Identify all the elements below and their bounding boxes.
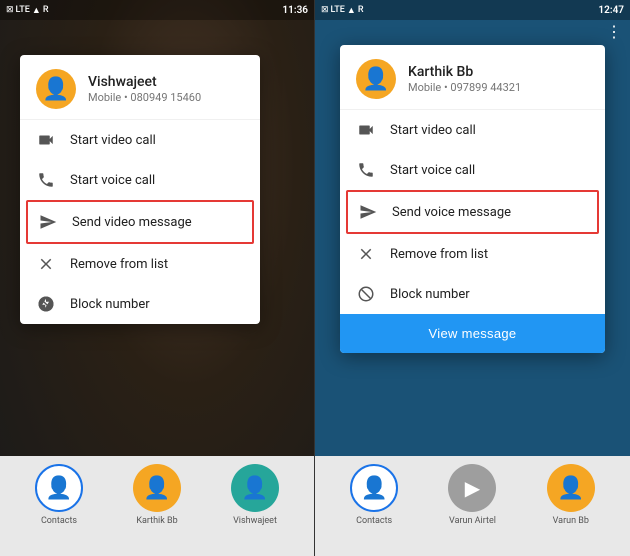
status-bar-right: ⊠ LTE ▲ R 12:47 — [315, 0, 630, 20]
contact-header-left: 👤 Vishwajeet Mobile • 080949 15460 — [20, 55, 260, 120]
wifi-icon: R — [43, 5, 49, 15]
avatar-right: 👤 — [356, 59, 396, 99]
vishwajeet-circle-left: 👤 — [231, 464, 279, 512]
contacts-circle-right: 👤 — [350, 464, 398, 512]
contacts-label-right: Contacts — [356, 516, 392, 526]
block-icon-left — [36, 294, 56, 314]
person-icon-right: 👤 — [362, 67, 389, 92]
bottom-icons-right: 👤 Contacts ▶ Varun Airtel 👤 Varun Bb — [315, 464, 630, 526]
menu-label-block-left: Block number — [70, 297, 150, 312]
contact-name-left: Vishwajeet — [88, 74, 201, 90]
time-display-left: 11:36 — [282, 5, 308, 16]
menu-label-remove-right: Remove from list — [390, 247, 488, 262]
menu-item-block-left[interactable]: Block number — [20, 284, 260, 324]
bottom-icon-karthik-left[interactable]: 👤 Karthik Bb — [133, 464, 181, 526]
varun-bb-label: Varun Bb — [553, 516, 589, 526]
menu-item-remove-left[interactable]: Remove from list — [20, 244, 260, 284]
remove-icon-right — [356, 244, 376, 264]
varun-bb-circle: 👤 — [547, 464, 595, 512]
bottom-bar-right: 👤 Contacts ▶ Varun Airtel 👤 Varun Bb — [315, 456, 630, 556]
menu-item-video-call-right[interactable]: Start video call — [340, 110, 605, 150]
context-menu-right: 👤 Karthik Bb Mobile • 097899 44321 Start… — [340, 45, 605, 353]
view-message-button[interactable]: View message — [340, 314, 605, 353]
contacts-icon-left: 👤 — [45, 476, 72, 501]
status-time-area: 11:36 — [282, 5, 308, 16]
bottom-icon-varun-bb[interactable]: 👤 Varun Bb — [547, 464, 595, 526]
contact-info-left: Vishwajeet Mobile • 080949 15460 — [88, 74, 201, 104]
left-screen: ⊠ LTE ▲ R 11:36 👤 Vishwajeet Mobile • 08… — [0, 0, 315, 556]
varun-airtel-label: Varun Airtel — [449, 516, 496, 526]
carrier-icon: ⊠ — [6, 5, 14, 15]
menu-label-block-right: Block number — [390, 287, 470, 302]
contacts-icon-right: 👤 — [360, 476, 387, 501]
contact-info-right: Karthik Bb Mobile • 097899 44321 — [408, 64, 521, 94]
avatar-left: 👤 — [36, 69, 76, 109]
video-call-icon-left — [36, 130, 56, 150]
karthik-circle-left: 👤 — [133, 464, 181, 512]
menu-item-video-call-left[interactable]: Start video call — [20, 120, 260, 160]
remove-icon-left — [36, 254, 56, 274]
bottom-icon-vishwajeet-left[interactable]: 👤 Vishwajeet — [231, 464, 279, 526]
menu-label-voice-call-left: Start voice call — [70, 173, 155, 188]
status-icons-right: ⊠ LTE ▲ R — [321, 5, 363, 16]
more-options-icon[interactable]: ⋮ — [606, 22, 622, 41]
karthik-label-left: Karthik Bb — [136, 516, 177, 526]
menu-label-remove-left: Remove from list — [70, 257, 168, 272]
bottom-icons-left: 👤 Contacts 👤 Karthik Bb 👤 Vishwajeet — [0, 464, 314, 526]
contact-number-left: Mobile • 080949 15460 — [88, 91, 201, 104]
voice-call-icon-left — [36, 170, 56, 190]
play-icon-varun: ▶ — [465, 476, 480, 500]
signal-icon-right: ▲ — [347, 5, 356, 16]
right-screen: ⊠ LTE ▲ R 12:47 ⋮ 👤 Karthik Bb Mobile • … — [315, 0, 630, 556]
menu-item-voice-call-left[interactable]: Start voice call — [20, 160, 260, 200]
status-bar-left: ⊠ LTE ▲ R 11:36 — [0, 0, 314, 20]
menu-label-video-call-left: Start video call — [70, 133, 156, 148]
contact-header-right: 👤 Karthik Bb Mobile • 097899 44321 — [340, 45, 605, 110]
status-time-area-right: 12:47 — [598, 5, 624, 16]
varun-bb-icon: 👤 — [557, 476, 584, 501]
status-icons-left: ⊠ LTE ▲ R — [6, 5, 48, 16]
menu-item-video-msg-left[interactable]: Send video message — [26, 200, 254, 244]
bottom-icon-varun-airtel[interactable]: ▶ Varun Airtel — [448, 464, 496, 526]
network-icon-right: LTE — [331, 5, 345, 15]
contacts-label-left: Contacts — [41, 516, 77, 526]
menu-item-block-right[interactable]: Block number — [340, 274, 605, 314]
menu-label-video-call-right: Start video call — [390, 123, 476, 138]
vishwajeet-icon-left: 👤 — [241, 476, 268, 501]
context-menu-left: 👤 Vishwajeet Mobile • 080949 15460 Start… — [20, 55, 260, 324]
menu-item-voice-call-right[interactable]: Start voice call — [340, 150, 605, 190]
varun-airtel-circle: ▶ — [448, 464, 496, 512]
karthik-icon-left: 👤 — [143, 476, 170, 501]
send-icon-right — [358, 202, 378, 222]
contact-name-right: Karthik Bb — [408, 64, 521, 80]
menu-item-voice-msg-right[interactable]: Send voice message — [346, 190, 599, 234]
network-icon: LTE — [16, 5, 30, 15]
menu-label-voice-call-right: Start voice call — [390, 163, 475, 178]
send-icon-left — [38, 212, 58, 232]
block-icon-right — [356, 284, 376, 304]
contacts-circle-left: 👤 — [35, 464, 83, 512]
bottom-icon-contacts-left[interactable]: 👤 Contacts — [35, 464, 83, 526]
wifi-icon-right: R — [358, 5, 364, 15]
voice-call-icon-right — [356, 160, 376, 180]
carrier-icon-right: ⊠ — [321, 5, 329, 15]
person-icon-left: 👤 — [42, 77, 69, 102]
signal-icon: ▲ — [32, 5, 41, 16]
menu-label-voice-msg-right: Send voice message — [392, 205, 511, 220]
time-display-right: 12:47 — [598, 5, 624, 16]
video-call-icon-right — [356, 120, 376, 140]
menu-item-remove-right[interactable]: Remove from list — [340, 234, 605, 274]
bottom-icon-contacts-right[interactable]: 👤 Contacts — [350, 464, 398, 526]
contact-number-right: Mobile • 097899 44321 — [408, 81, 521, 94]
menu-label-video-msg-left: Send video message — [72, 215, 192, 230]
vishwajeet-label-left: Vishwajeet — [233, 516, 277, 526]
bottom-bar-left: 👤 Contacts 👤 Karthik Bb 👤 Vishwajeet — [0, 456, 314, 556]
